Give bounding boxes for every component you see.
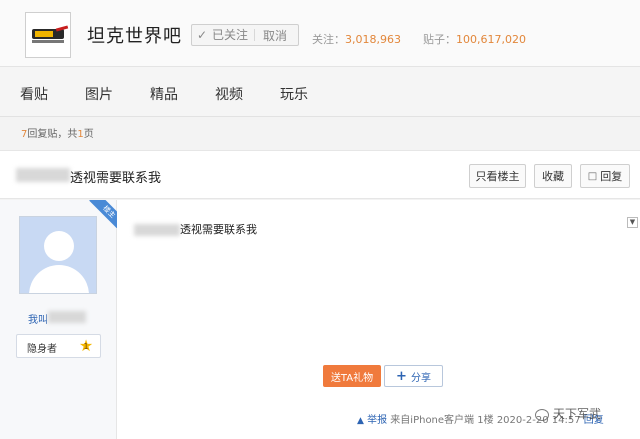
posts-label: 贴子： [422,33,456,46]
comment-icon: □ [587,170,598,182]
avatar-head-shape [44,231,74,261]
favorite-button[interactable]: 收藏 [534,164,572,188]
tab-fun[interactable]: 玩乐 [280,84,308,104]
send-gift-label: 送TA礼物 [330,372,374,384]
reply-button[interactable]: □ 回复 [580,164,630,188]
post-floor-1: 楼主 我叫 隐身者 ★ 1 透视需要联系我 ▼ 送TA礼物 + 分享 ▲ 举报 来… [0,200,640,439]
tank-logo-band [35,31,53,37]
only-op-label: 只看楼主 [475,170,520,183]
author-panel: 楼主 我叫 隐身者 ★ 1 [0,200,117,439]
warning-icon: ▲ [357,416,364,426]
author-name[interactable]: 我叫 [28,311,48,326]
star-icon: ★ 1 [78,336,94,355]
forum-header: 坦克世界吧 ✓ 已关注 取消 关注：3,018,963 贴子：100,617,02… [0,0,640,67]
avatar-body-shape [29,265,89,293]
reply-label: 回复 [600,170,623,183]
report-link[interactable]: 举报 [367,415,387,426]
only-op-button[interactable]: 只看楼主 [469,164,526,188]
chevron-down-icon[interactable]: ▼ [627,217,638,228]
watermark-text: 天下军武 [553,407,602,421]
post-source: 来自iPhone客户端 [390,415,475,426]
followers-label: 关注： [312,33,345,46]
reply-text: 回复贴，共 [27,129,78,140]
wechat-icon [535,408,549,421]
followers-count: 3,018,963 [345,33,401,46]
forum-stats: 关注：3,018,963 贴子：100,617,020 [312,31,526,47]
favorite-label: 收藏 [542,170,564,183]
redacted-author-name [48,311,86,323]
tank-logo-track [32,40,64,43]
avatar[interactable] [19,216,97,294]
watermark: 天下军武 [535,405,601,422]
tab-featured[interactable]: 精品 [150,84,178,104]
forum-nav: 看贴 图片 精品 视频 玩乐 [0,67,640,117]
check-icon: ✓ [196,28,208,42]
forum-logo[interactable] [25,12,71,58]
unfollow-button[interactable]: 取消 [255,27,287,44]
post-content: 透视需要联系我 [180,223,257,236]
follow-control: ✓ 已关注 取消 [191,24,299,46]
forum-name[interactable]: 坦克世界吧 [87,22,182,48]
page-suffix: 页 [83,129,94,140]
share-label: 分享 [410,372,431,384]
followed-label: 已关注 [212,29,256,41]
floor-number: 1楼 [477,415,494,426]
thread-title-bar: 透视需要联系我 只看楼主 收藏 □ 回复 [0,150,640,199]
posts-count: 100,617,020 [455,33,526,46]
redacted-content-prefix [134,224,180,236]
tab-pictures[interactable]: 图片 [85,84,113,104]
tab-videos[interactable]: 视频 [215,84,243,104]
thread-info-bar: 7回复贴，共1页 [0,118,640,150]
level-badge[interactable]: 隐身者 ★ 1 [16,334,101,358]
level-title: 隐身者 [27,344,57,355]
reply-summary: 7回复贴，共1页 [21,125,94,140]
send-gift-button[interactable]: 送TA礼物 [323,365,381,387]
tab-posts[interactable]: 看贴 [20,84,48,104]
thread-title: 透视需要联系我 [70,171,162,186]
share-button[interactable]: + 分享 [384,365,443,387]
redacted-title-prefix [16,168,70,182]
plus-icon: + [396,368,407,384]
level-number: 1 [83,342,89,351]
